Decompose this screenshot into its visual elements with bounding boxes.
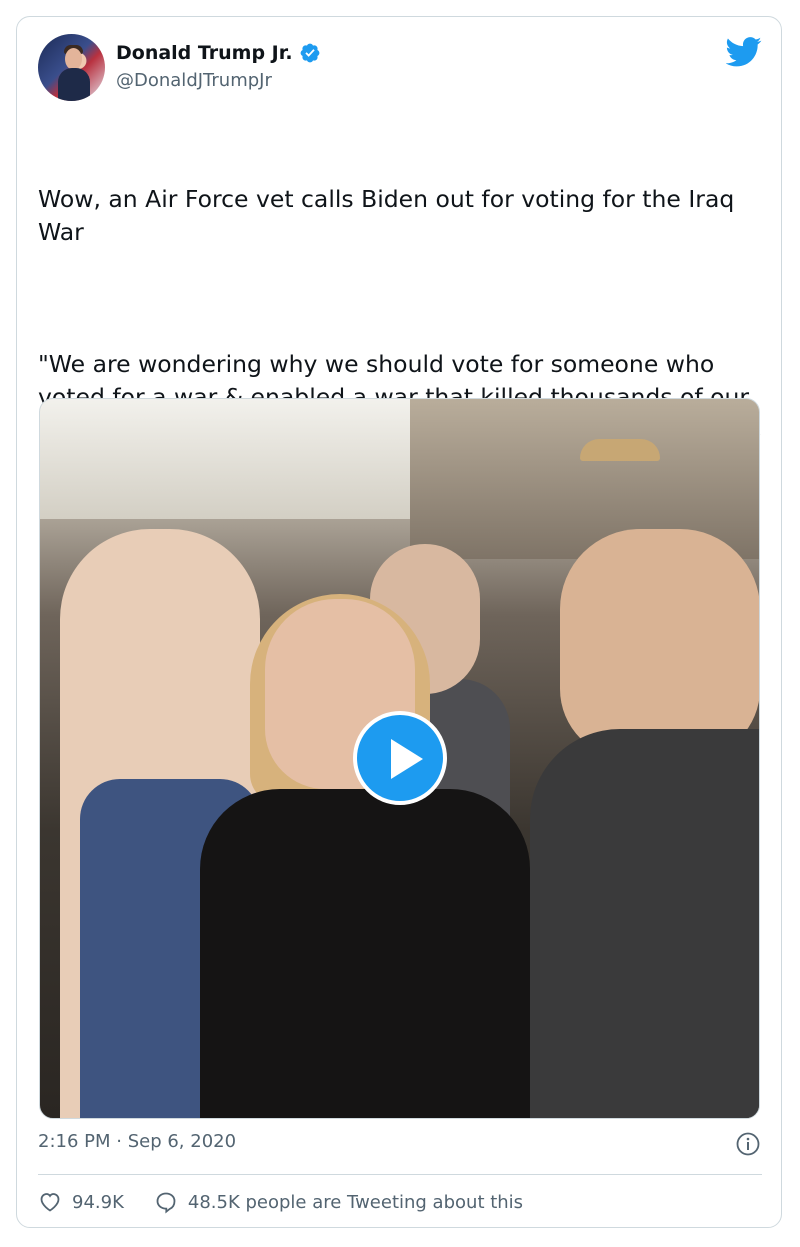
like-button[interactable]: 94.9K	[38, 1190, 124, 1214]
tweet-text-paragraph: Wow, an Air Force vet calls Biden out fo…	[38, 185, 742, 246]
avatar-head	[65, 48, 82, 70]
person-shape	[200, 789, 530, 1118]
speech-bubble-icon	[156, 1192, 176, 1214]
info-icon[interactable]	[736, 1132, 760, 1156]
tweeting-about-button[interactable]: 48.5K people are Tweeting about this	[154, 1190, 523, 1214]
author-display-name[interactable]: Donald Trump Jr.	[116, 42, 293, 64]
avatar-body	[58, 68, 90, 101]
verified-badge-icon	[300, 43, 320, 63]
person-shape	[530, 729, 759, 1118]
tweeting-about-text: 48.5K people are Tweeting about this	[187, 1191, 524, 1213]
author-name-row: Donald Trump Jr.	[116, 42, 321, 64]
video-thumbnail[interactable]	[39, 398, 760, 1119]
tweet-actions: 94.9K 48.5K people are Tweeting about th…	[38, 1187, 523, 1217]
person-shape	[560, 529, 759, 759]
like-count: 94.9K	[72, 1191, 124, 1213]
play-button[interactable]	[353, 711, 447, 805]
avatar[interactable]	[38, 34, 105, 101]
author-handle[interactable]: @DonaldJTrumpJr	[116, 70, 272, 91]
heart-icon	[40, 1193, 60, 1212]
twitter-bird-icon[interactable]	[726, 37, 762, 67]
play-icon	[391, 739, 423, 779]
ceiling-lamp	[580, 439, 660, 461]
tweet-timestamp[interactable]: 2:16 PM · Sep 6, 2020	[38, 1131, 236, 1152]
background-window	[40, 399, 420, 519]
divider	[38, 1174, 762, 1175]
tweet-card: Donald Trump Jr. @DonaldJTrumpJr Wow, an…	[16, 16, 782, 1228]
